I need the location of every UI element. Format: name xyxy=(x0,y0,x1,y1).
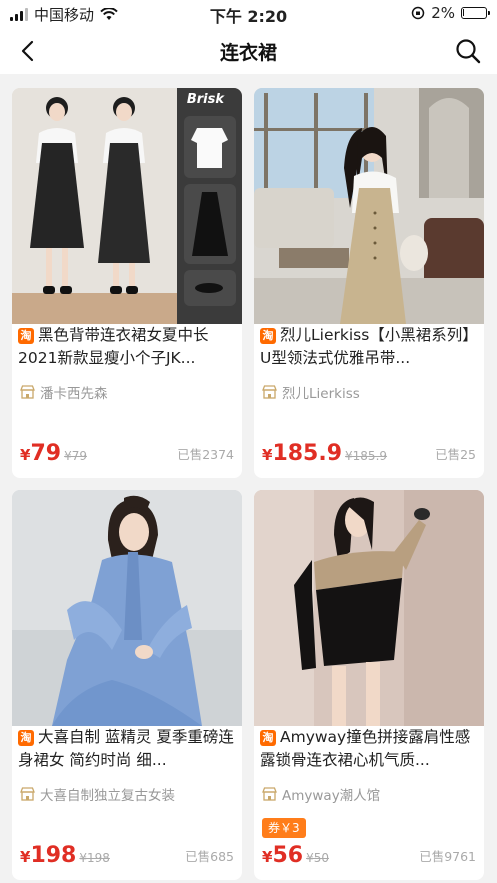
sold-count: 已售2374 xyxy=(177,447,234,462)
shop-icon xyxy=(262,787,277,801)
price-row: ¥185.9 ¥185.9 已售25 xyxy=(262,440,476,466)
price: ¥185.9 ¥185.9 xyxy=(262,441,387,466)
orientation-lock-icon xyxy=(411,6,425,20)
price-row: ¥198 ¥198 已售685 xyxy=(20,842,234,868)
price-row: ¥79 ¥79 已售2374 xyxy=(20,440,234,466)
sold-count: 已售685 xyxy=(185,849,234,864)
shop-name: 烈儿Lierkiss xyxy=(282,386,360,402)
product-image xyxy=(12,490,242,726)
taobao-icon: 淘 xyxy=(260,730,276,746)
product-title: 淘黑色背带连衣裙女夏中长2021新款显瘦小个子JK... xyxy=(18,324,236,370)
product-image xyxy=(254,88,484,324)
search-icon xyxy=(456,39,481,64)
image-brand-overlay: Brisk xyxy=(186,92,224,107)
shop-link[interactable]: Amyway潮人馆 xyxy=(262,784,380,804)
shop-link[interactable]: 潘卡西先森 xyxy=(20,382,108,402)
product-image-graphic xyxy=(12,490,242,726)
product-image-graphic xyxy=(254,88,484,324)
battery-icon xyxy=(461,7,490,19)
product-title-text: Amyway撞色拼接露肩性感露锁骨连衣裙心机气质... xyxy=(260,728,471,769)
shop-icon xyxy=(20,787,35,801)
product-title-text: 烈儿Lierkiss【小黑裙系列】U型领法式优雅吊带... xyxy=(260,326,478,367)
search-button[interactable] xyxy=(453,36,483,66)
status-bar: 中国移动 下午 2:20 2% xyxy=(0,0,497,28)
price-value: 79 xyxy=(30,441,62,466)
product-title: 淘 Amyway撞色拼接露肩性感露锁骨连衣裙心机气质... xyxy=(260,726,478,772)
shop-name: Amyway潮人馆 xyxy=(282,788,381,804)
shop-name: 大喜自制独立复古女装 xyxy=(40,788,175,804)
product-card[interactable]: 淘烈儿Lierkiss【小黑裙系列】U型领法式优雅吊带... 烈儿Lierkis… xyxy=(254,88,484,478)
price: ¥79 ¥79 xyxy=(20,441,87,466)
original-price: ¥50 xyxy=(306,851,329,865)
page-title: 连衣裙 xyxy=(219,42,277,64)
nav-bar: 连衣裙 xyxy=(0,28,497,74)
price-value: 185.9 xyxy=(272,441,343,466)
currency-symbol: ¥ xyxy=(20,446,31,464)
shop-icon xyxy=(20,385,35,399)
taobao-icon: 淘 xyxy=(260,328,276,344)
currency-symbol: ¥ xyxy=(262,848,273,866)
product-title: 淘烈儿Lierkiss【小黑裙系列】U型领法式优雅吊带... xyxy=(260,324,478,370)
shop-link[interactable]: 大喜自制独立复古女装 xyxy=(20,784,175,804)
product-image xyxy=(254,490,484,726)
back-arrow-icon xyxy=(21,40,34,62)
shop-icon xyxy=(262,385,277,399)
original-price: ¥198 xyxy=(79,851,110,865)
product-image: Brisk xyxy=(12,88,242,324)
product-card[interactable]: 淘大喜自制 蓝精灵 夏季重磅连身裙女 简约时尚 细... 大喜自制独立复古女装 … xyxy=(12,490,242,880)
price-value: 198 xyxy=(30,843,77,868)
currency-symbol: ¥ xyxy=(262,446,273,464)
product-title-text: 黑色背带连衣裙女夏中长2021新款显瘦小个子JK... xyxy=(18,326,209,367)
price-row: ¥56 ¥50 已售9761 xyxy=(262,842,476,868)
price-value: 56 xyxy=(272,843,304,868)
status-right: 2% xyxy=(411,4,490,22)
back-button[interactable] xyxy=(14,36,44,66)
shop-name: 潘卡西先森 xyxy=(40,386,108,402)
currency-symbol: ¥ xyxy=(20,848,31,866)
product-title-text: 大喜自制 蓝精灵 夏季重磅连身裙女 简约时尚 细... xyxy=(18,728,234,769)
price: ¥56 ¥50 xyxy=(262,843,329,868)
battery-percent: 2% xyxy=(431,4,455,22)
original-price: ¥79 xyxy=(64,449,87,463)
coupon-badge[interactable]: 券￥3 xyxy=(262,818,306,838)
product-card[interactable]: 淘 Amyway撞色拼接露肩性感露锁骨连衣裙心机气质... Amyway潮人馆 券… xyxy=(254,490,484,880)
product-image-graphic xyxy=(12,88,242,324)
taobao-icon: 淘 xyxy=(18,730,34,746)
price: ¥198 ¥198 xyxy=(20,843,110,868)
sold-count: 已售25 xyxy=(435,447,476,462)
shop-link[interactable]: 烈儿Lierkiss xyxy=(262,382,360,402)
original-price: ¥185.9 xyxy=(345,449,388,463)
product-title: 淘大喜自制 蓝精灵 夏季重磅连身裙女 简约时尚 细... xyxy=(18,726,236,772)
sold-count: 已售9761 xyxy=(419,849,476,864)
taobao-icon: 淘 xyxy=(18,328,34,344)
product-card[interactable]: Brisk 淘黑色背带连衣裙女夏中长2021新款显瘦小个子JK... 潘卡西先森… xyxy=(12,88,242,478)
product-image-graphic xyxy=(254,490,484,726)
